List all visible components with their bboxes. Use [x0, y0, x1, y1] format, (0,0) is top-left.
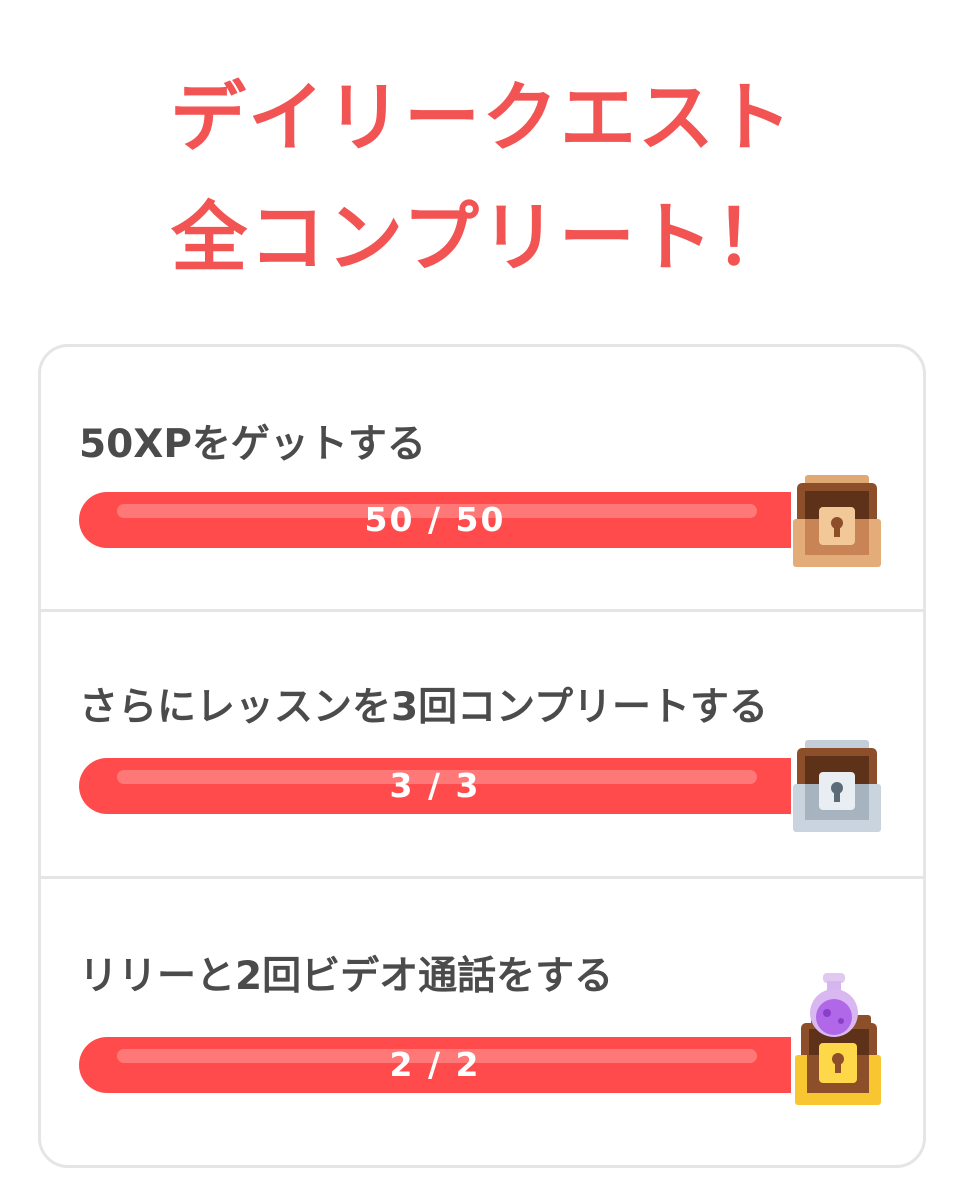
- quest-item-video-call[interactable]: リリーと2回ビデオ通話をする 2 / 2: [41, 879, 923, 1165]
- quest-item-lessons[interactable]: さらにレッスンを3回コンプリートする 3 / 3: [41, 612, 923, 876]
- quest-complete-screen: デイリークエスト 全コンプリート！ 50XPをゲットする 50 / 50 さらに…: [0, 0, 964, 1200]
- quest-label: さらにレッスンを3回コンプリートする: [79, 685, 768, 730]
- quest-progress-bar: 50 / 50: [79, 492, 791, 548]
- bronze-chest-icon: [793, 475, 881, 567]
- quest-label: 50XPをゲットする: [79, 422, 426, 467]
- silver-chest-icon: [793, 740, 881, 832]
- progress-count: 50 / 50: [364, 500, 506, 539]
- gold-chest-potion-icon: [795, 973, 881, 1105]
- quest-progress-bar: 2 / 2: [79, 1037, 791, 1093]
- title-line-1: デイリークエスト: [170, 73, 794, 162]
- title-line-2: 全コンプリート！: [171, 193, 793, 282]
- quest-item-xp[interactable]: 50XPをゲットする 50 / 50: [41, 347, 923, 609]
- page-title: デイリークエスト 全コンプリート！: [0, 58, 964, 298]
- quest-label: リリーと2回ビデオ通話をする: [79, 954, 614, 999]
- quest-progress-bar: 3 / 3: [79, 758, 791, 814]
- progress-count: 3 / 3: [389, 766, 481, 805]
- progress-count: 2 / 2: [389, 1045, 481, 1084]
- quest-list-card: 50XPをゲットする 50 / 50 さらにレッスンを3回コンプリートする 3 …: [38, 344, 926, 1168]
